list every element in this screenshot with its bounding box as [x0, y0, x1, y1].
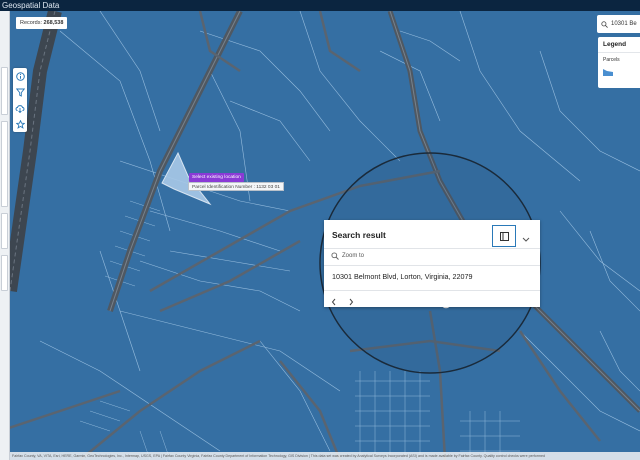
divider	[324, 290, 540, 291]
chevron-right-icon	[349, 298, 354, 306]
map-canvas[interactable]	[0, 11, 640, 460]
legend-title: Legend	[598, 37, 640, 53]
divider	[324, 265, 540, 266]
search-icon	[601, 20, 608, 28]
records-label: Records:	[20, 20, 43, 26]
download-button[interactable]	[13, 100, 27, 116]
chevron-left-icon	[331, 298, 336, 306]
dock-button[interactable]	[492, 225, 516, 247]
zoom-to-button[interactable]: Zoom to	[331, 252, 364, 260]
rail-section[interactable]	[1, 255, 8, 291]
info-icon	[15, 71, 25, 81]
zoom-icon	[331, 252, 339, 260]
popup-title: Search result	[332, 230, 386, 240]
divider	[324, 248, 540, 249]
previous-button[interactable]	[331, 293, 337, 311]
info-button[interactable]	[13, 68, 27, 84]
filter-icon	[15, 88, 25, 97]
rail-section[interactable]	[1, 213, 8, 249]
map-attribution: Fairfax County, VA, VITA, Esri, HERE, Ga…	[10, 452, 640, 460]
legend-layer-name: Parcels	[603, 57, 620, 63]
cloud-download-icon	[15, 104, 25, 113]
records-count: 268,538	[43, 20, 64, 26]
collapse-button[interactable]	[522, 230, 530, 248]
select-location-tooltip: Select existing location	[189, 173, 244, 182]
search-value: 10301 Be	[611, 21, 637, 27]
records-counter: Records: 268,538	[16, 17, 68, 29]
next-button[interactable]	[348, 293, 354, 311]
map-toolbar	[13, 68, 27, 132]
dock-icon	[499, 231, 509, 241]
rail-section[interactable]	[1, 67, 8, 115]
legend-panel: Legend Parcels	[598, 37, 640, 88]
star-icon	[15, 119, 25, 129]
parcel-id-label: Parcel Identification Number : 1132 03 0…	[188, 182, 284, 191]
result-address: 10301 Belmont Blvd, Lorton, Virginia, 22…	[332, 272, 473, 281]
app-title: Geospatial Data	[2, 1, 60, 10]
app-title-bar: Geospatial Data	[0, 0, 640, 11]
parcels-swatch-icon	[603, 69, 613, 76]
rail-section[interactable]	[1, 121, 8, 207]
favorites-button[interactable]	[13, 116, 27, 132]
zoom-to-label: Zoom to	[342, 253, 365, 259]
filter-button[interactable]	[13, 84, 27, 100]
left-panel-rail	[0, 11, 10, 460]
search-result-popup: Search result Zoom to 10301 Belmont Blvd…	[324, 220, 540, 307]
chevron-down-icon	[522, 237, 530, 242]
search-input[interactable]: 10301 Be	[597, 15, 640, 33]
map-view[interactable]: Select existing location Parcel Identifi…	[0, 11, 640, 460]
